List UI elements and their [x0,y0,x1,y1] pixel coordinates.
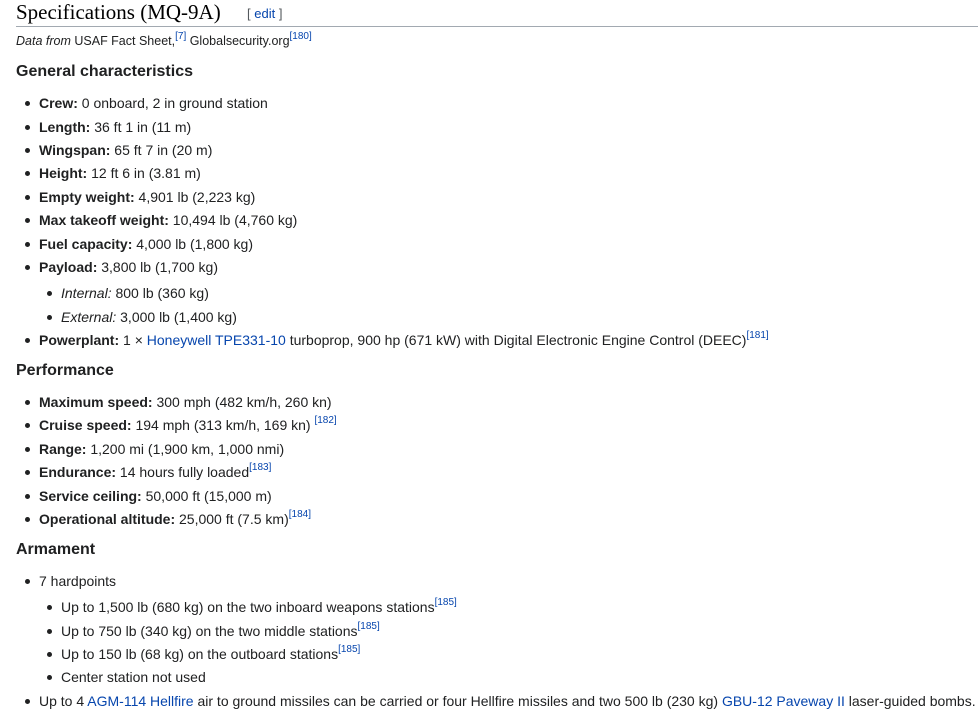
edit-section: [ edit ] [247,7,282,21]
payload-value: 3,800 lb (1,700 kg) [97,259,218,275]
list-item-powerplant: Powerplant: 1 × Honeywell TPE331-10 turb… [25,330,769,349]
source-globalsecurity: Globalsecurity.org [186,34,290,48]
list-item-length: Length: 36 ft 1 in (11 m) [24,118,192,136]
list-item-center-station: Center station not used [47,669,206,685]
powerplant-count: 1 × [119,332,147,348]
ref-180[interactable]: [180] [290,31,312,42]
range-label: Range: [39,441,87,457]
internal-label: Internal: [61,285,112,301]
ref-181[interactable]: [181] [746,330,768,341]
list-item-range: Range: 1,200 mi (1,900 km, 1,000 nmi) [24,440,285,458]
list-item-max-takeoff-weight: Max takeoff weight: 10,494 lb (4,760 kg) [24,211,298,229]
powerplant-label: Powerplant: [39,332,120,348]
altitude-label: Operational altitude: [39,511,176,527]
missiles-pre: Up to 4 [39,693,88,709]
crew-label: Crew: [39,95,78,111]
list-item-internal: Internal: 800 lb (360 kg) [47,284,209,302]
list-item-wingspan: Wingspan: 65 ft 7 in (20 m) [24,141,213,159]
edit-bracket-close: ] [275,6,283,21]
list-item-hardpoints: 7 hardpoints [24,573,117,589]
list-item-middle: Up to 750 lb (340 kg) on the two middle … [47,621,380,640]
powerplant-description: turboprop, 900 hp (671 kW) with Digital … [285,332,747,348]
list-item-operational-altitude: Operational altitude: 25,000 ft (7.5 km)… [25,509,311,528]
general-characteristics-heading: General characteristics [16,63,193,80]
list-item-max-speed: Maximum speed: 300 mph (482 km/h, 260 kn… [25,393,332,411]
edit-link[interactable]: edit [254,6,275,21]
armament-heading: Armament [16,541,96,558]
ref-182[interactable]: [182] [314,415,336,426]
data-source-note: Data from USAF Fact Sheet,[7] Globalsecu… [16,31,312,49]
max-speed-label: Maximum speed: [39,394,153,410]
ref-183[interactable]: [183] [249,462,271,473]
list-item-payload: Payload: 3,800 lb (1,700 kg) [25,258,218,276]
missiles-mid: air to ground missiles can be carried or… [193,693,722,709]
list-item-empty-weight: Empty weight: 4,901 lb (2,223 kg) [24,188,256,206]
list-item-missiles: Up to 4 AGM-114 Hellfire air to ground m… [25,692,976,710]
external-label: External: [61,309,117,325]
max-takeoff-label: Max takeoff weight: [39,212,169,228]
list-item-height: Height: 12 ft 6 in (3.81 m) [25,164,201,182]
specifications-section: Specifications (MQ-9A) [ edit ] Data fro… [0,0,978,713]
empty-weight-value: 4,901 lb (2,223 kg) [134,189,256,205]
ref-184[interactable]: [184] [289,509,311,520]
length-label: Length: [39,119,91,135]
height-label: Height: [39,165,88,181]
payload-label: Payload: [39,259,98,275]
missiles-post: laser-guided bombs. [844,693,976,709]
endurance-value: 14 hours fully loaded [116,464,250,480]
fuel-label: Fuel capacity: [39,236,133,252]
wingspan-label: Wingspan: [39,142,111,158]
inboard-text: Up to 1,500 lb (680 kg) on the two inboa… [61,599,435,615]
list-item-external: External: 3,000 lb (1,400 kg) [47,308,237,326]
ceiling-label: Service ceiling: [39,488,142,504]
internal-value: 800 lb (360 kg) [111,285,209,301]
altitude-value: 25,000 ft (7.5 km) [175,511,289,527]
endurance-label: Endurance: [39,464,117,480]
list-item-outboard: Up to 150 lb (68 kg) on the outboard sta… [46,644,360,663]
ref-7[interactable]: [7] [175,31,186,42]
middle-text: Up to 750 lb (340 kg) on the two middle … [61,623,358,639]
empty-weight-label: Empty weight: [39,189,135,205]
height-value: 12 ft 6 in (3.81 m) [87,165,201,181]
ref-185[interactable]: [185] [338,644,360,655]
ref-185[interactable]: [185] [358,621,380,632]
list-item-inboard: Up to 1,500 lb (680 kg) on the two inboa… [47,597,457,616]
source-usaf: USAF Fact Sheet, [70,34,176,48]
list-item-fuel-capacity: Fuel capacity: 4,000 lb (1,800 kg) [24,235,254,253]
outboard-text: Up to 150 lb (68 kg) on the outboard sta… [61,646,339,662]
cruise-label: Cruise speed: [39,417,132,433]
list-item-endurance: Endurance: 14 hours fully loaded[183] [24,462,271,481]
section-heading: Specifications (MQ-9A) [ edit ] [16,0,978,27]
hellfire-link[interactable]: AGM-114 Hellfire [87,693,193,709]
length-value: 36 ft 1 in (11 m) [90,119,192,135]
honeywell-link[interactable]: Honeywell TPE331-10 [147,332,286,348]
fuel-value: 4,000 lb (1,800 kg) [132,236,254,252]
cruise-value: 194 mph (313 km/h, 169 kn) [131,417,315,433]
section-title: Specifications (MQ-9A) [16,0,221,24]
paveway-link[interactable]: GBU-12 Paveway II [722,693,845,709]
range-value: 1,200 mi (1,900 km, 1,000 nmi) [86,441,285,457]
performance-heading: Performance [16,362,114,379]
crew-value: 0 onboard, 2 in ground station [77,95,268,111]
max-speed-value: 300 mph (482 km/h, 260 kn) [152,394,332,410]
external-value: 3,000 lb (1,400 kg) [116,309,237,325]
list-item-service-ceiling: Service ceiling: 50,000 ft (15,000 m) [25,487,272,505]
list-item-crew: Crew: 0 onboard, 2 in ground station [25,94,268,112]
list-item-cruise-speed: Cruise speed: 194 mph (313 km/h, 169 kn)… [25,415,337,434]
source-italic: Data from [16,34,71,48]
wingspan-value: 65 ft 7 in (20 m) [110,142,213,158]
ceiling-value: 50,000 ft (15,000 m) [141,488,272,504]
ref-185[interactable]: [185] [435,597,457,608]
max-takeoff-value: 10,494 lb (4,760 kg) [168,212,298,228]
